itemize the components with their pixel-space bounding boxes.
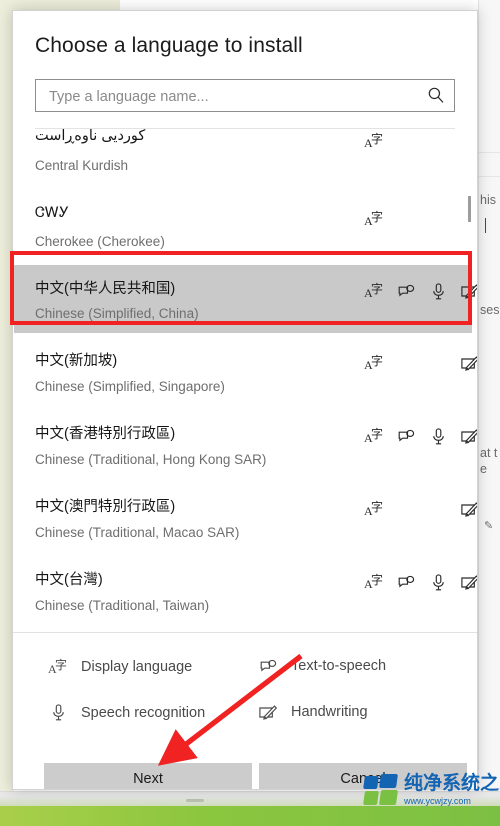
legend-label: Text-to-speech xyxy=(291,658,387,674)
display-language-icon: A字 xyxy=(48,658,68,676)
watermark-logo-icon xyxy=(363,774,399,806)
display-language-icon: A字 xyxy=(364,500,384,518)
background-text-3: at t xyxy=(480,446,498,460)
feature-icons: A字 xyxy=(358,499,477,519)
legend-label: Speech recognition xyxy=(81,704,206,721)
language-native-name: 中文(澳門特別行政區) xyxy=(35,499,176,515)
feature-legend: A字 Display language Text-to-speech Speec… xyxy=(13,632,477,729)
text-to-speech-icon xyxy=(390,426,422,446)
speech-recognition-icon xyxy=(47,704,69,721)
legend-display-language: A字 Display language xyxy=(47,658,192,676)
screenshot-root: his ses at t e ✎ Choose a language to in… xyxy=(0,0,500,826)
handwriting-icon xyxy=(454,353,477,373)
feature-icons: A字 xyxy=(358,209,390,229)
background-text-2: ses xyxy=(480,303,500,317)
text-to-speech-icon xyxy=(390,572,422,592)
language-native-name: 中文(中华人民共和国) xyxy=(35,281,176,297)
speech-recognition-icon xyxy=(422,572,454,592)
background-settings-panel xyxy=(478,0,500,800)
text-to-speech-icon xyxy=(390,281,422,301)
icon-spacer-b xyxy=(422,353,454,373)
watermark-text: 纯净系统之家 www.ycwjzy.com xyxy=(404,774,500,806)
search-input[interactable] xyxy=(47,80,421,113)
display-language-icon: A字 xyxy=(364,354,384,372)
icon-spacer-a xyxy=(390,353,422,373)
legend-text-to-speech: Text-to-speech xyxy=(257,658,386,674)
choose-language-dialog: Choose a language to install کوردیی ناوە… xyxy=(12,10,478,790)
language-english-name: Chinese (Traditional, Taiwan) xyxy=(35,598,210,613)
background-handwriting-icon: ✎ xyxy=(484,520,494,532)
watermark-url: www.ycwjzy.com xyxy=(404,796,471,806)
list-item-chinese-traditional-hongkong[interactable]: 中文(香港特別行政區) Chinese (Traditional, Hong K… xyxy=(14,410,477,480)
language-native-name: 中文(新加坡) xyxy=(35,353,118,369)
legend-label: Handwriting xyxy=(291,704,368,720)
background-text-1: his xyxy=(480,193,496,207)
handwriting-icon xyxy=(454,499,477,519)
language-english-name: Chinese (Traditional, Macao SAR) xyxy=(35,525,240,540)
list-item-chinese-simplified-singapore[interactable]: 中文(新加坡) Chinese (Simplified, Singapore) … xyxy=(14,337,477,407)
feature-icons: A字 xyxy=(358,131,390,151)
legend-speech-recognition: Speech recognition xyxy=(47,704,205,721)
list-item-chinese-traditional-taiwan[interactable]: 中文(台灣) Chinese (Traditional, Taiwan) A字 xyxy=(14,556,477,626)
display-language-icon: A字 xyxy=(364,282,384,300)
display-language-icon: A字 xyxy=(364,132,384,150)
language-english-name: Central Kurdish xyxy=(35,158,129,173)
search-icon xyxy=(427,86,445,104)
feature-icons: A字 xyxy=(358,281,477,301)
feature-icons: A字 xyxy=(358,353,477,373)
speech-recognition-icon xyxy=(422,281,454,301)
background-divider-1 xyxy=(479,152,500,153)
icon-spacer-b xyxy=(422,499,454,519)
handwriting-icon xyxy=(454,281,477,301)
language-english-name: Chinese (Traditional, Hong Kong SAR) xyxy=(35,452,267,467)
display-language-icon: A字 xyxy=(364,427,384,445)
icon-spacer-a xyxy=(390,499,422,519)
handwriting-icon xyxy=(257,704,279,720)
language-native-name: 中文(台灣) xyxy=(35,572,103,588)
handwriting-icon xyxy=(454,426,477,446)
next-button[interactable]: Next xyxy=(44,763,252,789)
language-native-name: ᏣᎳᎩ xyxy=(35,205,69,221)
list-item-chinese-traditional-macao[interactable]: 中文(澳門特別行政區) Chinese (Traditional, Macao … xyxy=(14,483,477,553)
language-english-name: Chinese (Simplified, China) xyxy=(35,306,199,321)
feature-icons: A字 xyxy=(358,572,477,592)
list-item-chinese-simplified-china[interactable]: 中文(中华人民共和国) Chinese (Simplified, China) … xyxy=(14,265,477,333)
language-english-name: Chinese (Simplified, Singapore) xyxy=(35,379,225,394)
handwriting-icon xyxy=(454,572,477,592)
feature-icons: A字 xyxy=(358,426,477,446)
list-scrollbar-thumb[interactable] xyxy=(468,196,471,222)
legend-label: Display language xyxy=(81,659,193,675)
language-list[interactable]: کوردیی ناوەڕاست Central Kurdish A字 ᏣᎳᎩ C… xyxy=(14,129,477,627)
site-watermark: 纯净系统之家 www.ycwjzy.com xyxy=(363,766,500,814)
language-native-name: کوردیی ناوەڕاست xyxy=(35,129,146,144)
background-text-4: e xyxy=(480,462,487,476)
language-english-name: Cherokee (Cherokee) xyxy=(35,234,165,249)
watermark-name: 纯净系统之家 xyxy=(404,772,500,794)
speech-recognition-icon xyxy=(422,426,454,446)
list-item-central-kurdish[interactable]: کوردیی ناوەڕاست Central Kurdish A字 xyxy=(14,129,472,191)
language-search-box[interactable] xyxy=(35,79,455,113)
list-item-cherokee[interactable]: ᏣᎳᎩ Cherokee (Cherokee) A字 xyxy=(14,191,472,261)
display-language-icon: A字 xyxy=(364,210,384,228)
background-divider-2 xyxy=(479,176,500,177)
background-text-caret xyxy=(485,218,486,233)
text-to-speech-icon xyxy=(257,659,279,674)
language-native-name: 中文(香港特別行政區) xyxy=(35,426,176,442)
dialog-title: Choose a language to install xyxy=(35,34,303,57)
display-language-icon: A字 xyxy=(364,573,384,591)
legend-handwriting: Handwriting xyxy=(257,704,368,720)
